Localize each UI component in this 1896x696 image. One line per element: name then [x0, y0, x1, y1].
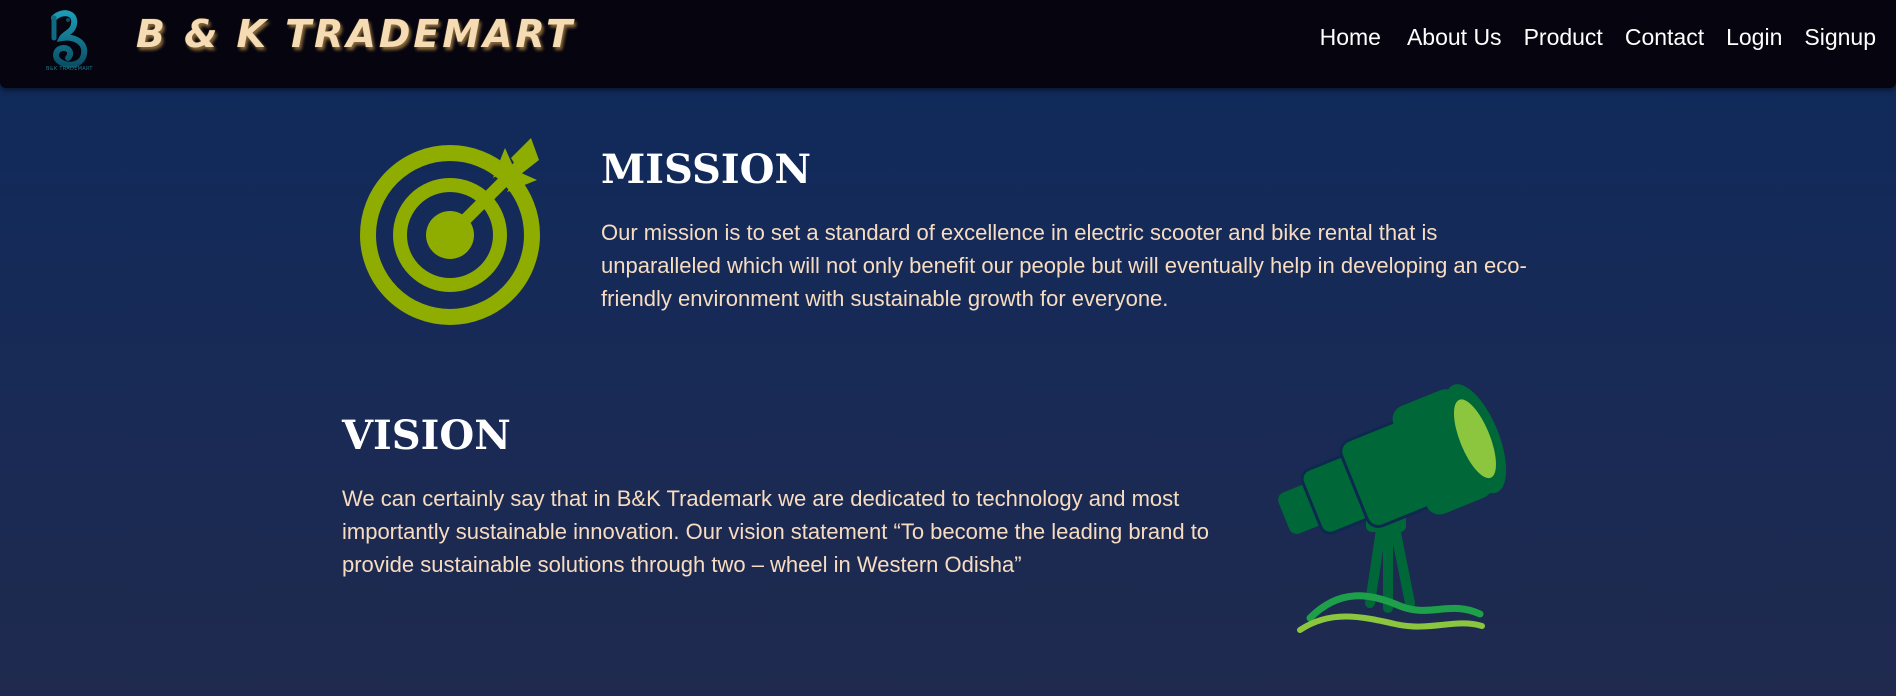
vision-title: VISION — [342, 412, 511, 459]
main-nav: Home About Us Product Contact Login Sign… — [1320, 24, 1876, 51]
nav-contact[interactable]: Contact — [1625, 24, 1704, 51]
nav-product[interactable]: Product — [1524, 24, 1603, 51]
nav-login[interactable]: Login — [1726, 24, 1782, 51]
logo-caption: B&K TRADEMART — [46, 66, 93, 72]
target-arrow-icon — [360, 138, 540, 325]
navbar: B&K TRADEMART B & K TRADEMART Home About… — [0, 0, 1896, 88]
nav-signup[interactable]: Signup — [1804, 24, 1876, 51]
nav-about-us[interactable]: About Us — [1407, 24, 1502, 51]
nav-home[interactable]: Home — [1320, 24, 1381, 51]
brand-title[interactable]: B & K TRADEMART — [136, 12, 575, 56]
mission-text: Our mission is to set a standard of exce… — [601, 220, 1527, 311]
telescope-icon — [1278, 384, 1507, 633]
vision-text: We can certainly say that in B&K Tradema… — [342, 486, 1210, 577]
mission-title: MISSION — [601, 146, 811, 193]
